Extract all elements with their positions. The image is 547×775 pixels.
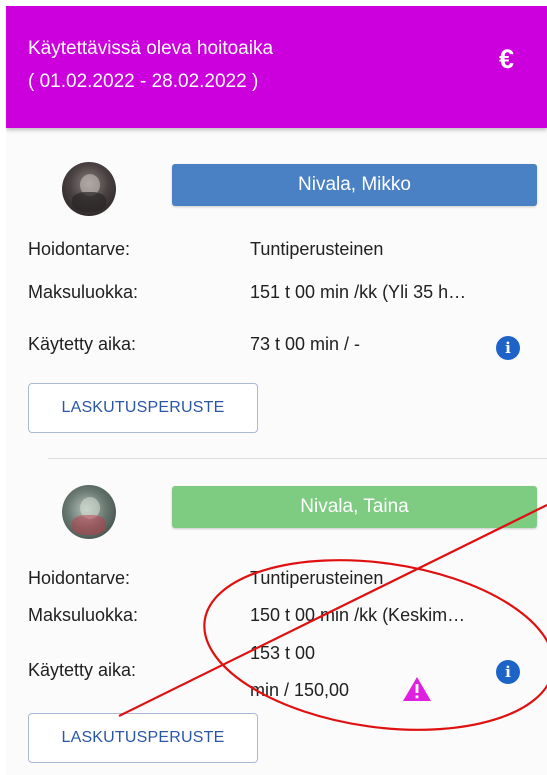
annotation-overlay [118, 504, 547, 731]
annotation-line [118, 504, 547, 717]
annotation-ellipse [203, 559, 547, 731]
